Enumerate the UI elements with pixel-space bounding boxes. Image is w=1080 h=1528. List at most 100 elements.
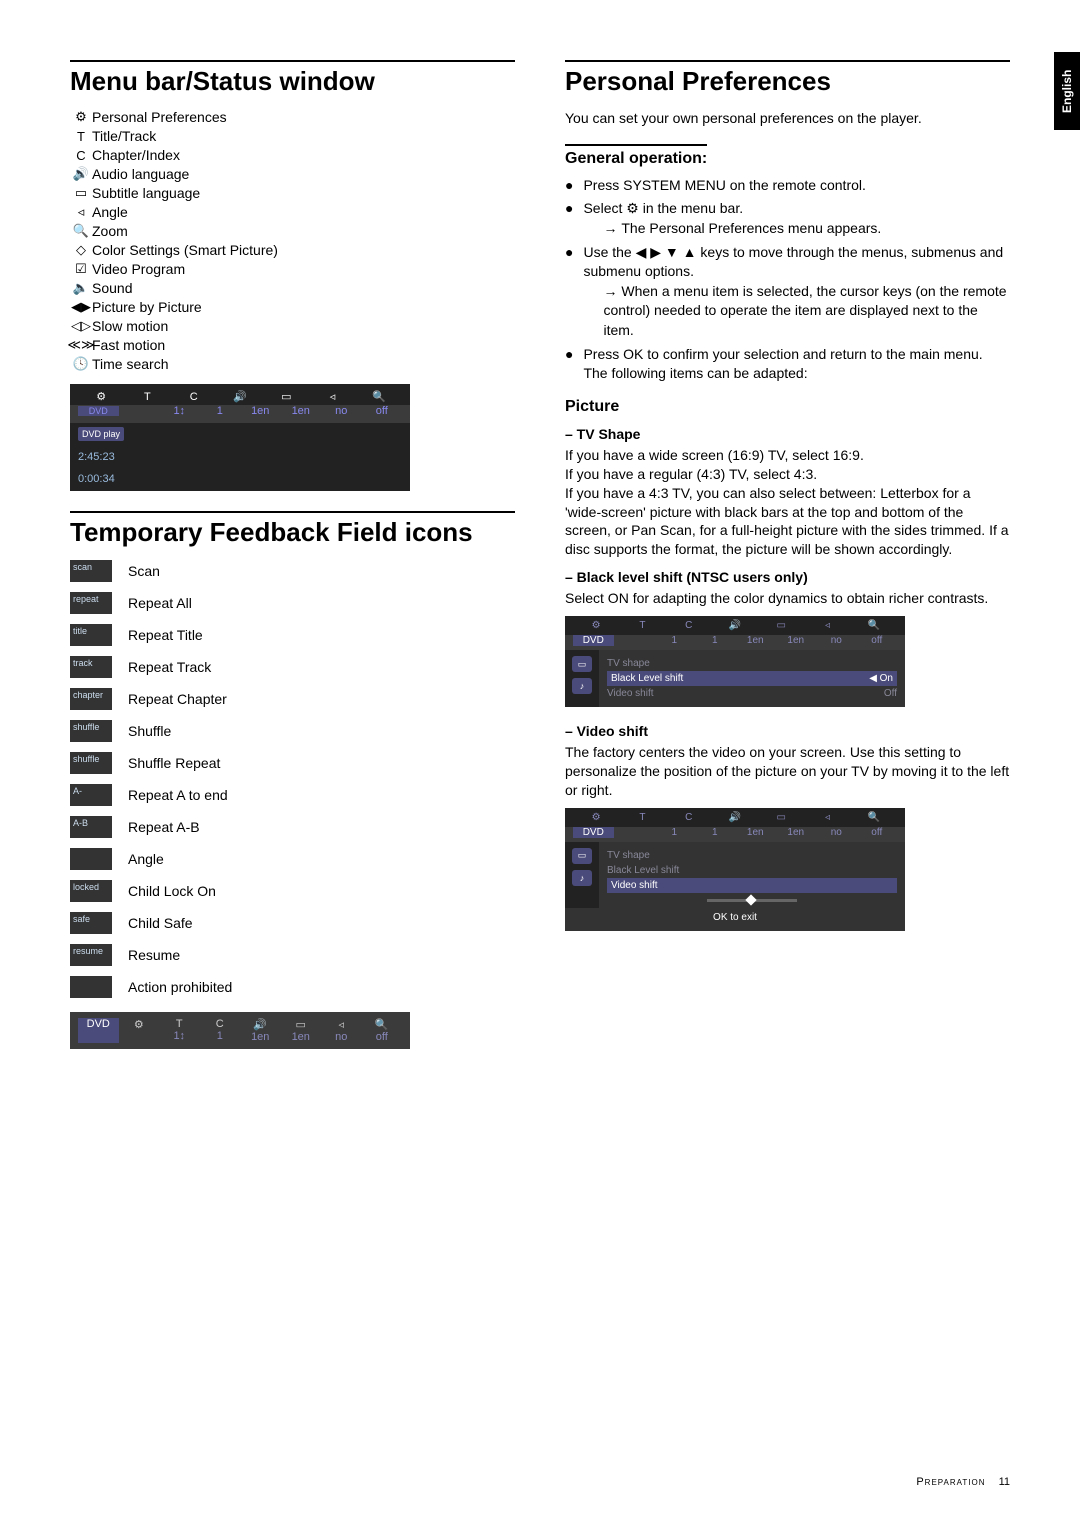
menubar-item: ◇Color Settings (Smart Picture) [70,242,515,258]
menubar-item-label: Slow motion [92,318,168,334]
menubar-item: ⚙Personal Preferences [70,109,515,125]
menubar-item-icon: ⚙ [70,109,92,125]
menubar-item-icon: ◀▶ [70,299,92,315]
menubar-item-icon: ◇ [70,242,92,258]
osd-status-play: DVD play [78,427,124,441]
pref-osd-option: Video shift [607,878,897,893]
footer-section: Preparation [916,1476,985,1488]
pref-osd-top-cell: ⚙ [573,812,619,823]
feedback-row: safe Child Safe [70,912,515,934]
menubar-item-icon: T [70,129,92,144]
feedback-heading: Temporary Feedback Field icons [70,511,515,548]
video-shift-slider [707,899,797,902]
pref-osd-row2-cell: 1en [776,635,817,646]
menubar-item: 🔈Sound [70,280,515,296]
feedback-row: titleRepeat Title [70,624,515,646]
pref-osd-row2-cell: 1 [654,827,695,838]
menubar-item: ◁▷Slow motion [70,318,515,334]
strip-cell: T1↕ [159,1018,200,1043]
strip-cell: 🔊1en [240,1018,281,1043]
feedback-row: Angle [70,848,515,870]
osd-top-cell: 🔍 [356,390,402,403]
feedback-icon: shuffle [70,752,112,774]
feedback-icon: locked [70,880,112,902]
feedback-icon: chapter [70,688,112,710]
video-shift-osd: ⚙TC🔊▭◃🔍DVD111en1ennooff▭♪TV shapeBlack L… [565,808,905,931]
menubar-heading: Menu bar/Status window [70,60,515,97]
menubar-item: ≪≫Fast motion [70,337,515,353]
strip-cell: ⚙ [119,1018,160,1043]
bullet-3-result: When a menu item is selected, the cursor… [583,282,1010,341]
feedback-label: Resume [128,947,180,963]
feedback-row: resumeResume [70,944,515,966]
feedback-icon: A- [70,784,112,806]
picture-heading: Picture [565,398,1010,416]
menubar-list: ⚙Personal PreferencesTTitle/TrackCChapte… [70,109,515,372]
bullet-1: Press SYSTEM MENU on the remote control. [583,176,865,196]
pref-osd-top-cell: ▭ [758,620,804,631]
strip-cell: ▭1en [281,1018,322,1043]
bullet-2: Select ⚙ in the menu bar. [583,199,881,219]
feedback-label: Repeat A-B [128,819,200,835]
feedback-label: Repeat All [128,595,192,611]
menubar-item-icon: C [70,148,92,163]
osd-mid-cell: off [362,405,403,417]
menubar-item: ◀▶Picture by Picture [70,299,515,315]
feedback-label: Shuffle Repeat [128,755,220,771]
feedback-row: lockedChild Lock On [70,880,515,902]
osd-top-cell: ▭ [263,390,309,403]
pref-osd-row2-cell: no [816,635,857,646]
pref-osd-row2-cell: 1en [735,827,776,838]
feedback-row: shuffleShuffle [70,720,515,742]
feedback-icon [70,848,112,870]
tv-shape-heading: – TV Shape [565,426,1010,442]
menubar-item-icon: 🔍 [70,223,92,239]
strip-cell: 🔍off [362,1018,403,1043]
status-window-osd: ⚙TC🔊▭◃🔍 DVD1↕11en1ennooff DVD play 2:45:… [70,384,410,491]
bullet-2-result: The Personal Preferences menu appears. [583,219,881,239]
menubar-item-label: Chapter/Index [92,147,180,163]
menubar-item: CChapter/Index [70,147,515,163]
pref-osd-top-cell: 🔊 [712,812,758,823]
menubar-item-label: Sound [92,280,132,296]
menubar-item-label: Fast motion [92,337,165,353]
feedback-row: chapterRepeat Chapter [70,688,515,710]
tv-shape-body: If you have a wide screen (16:9) TV, sel… [565,446,1010,559]
menubar-item-icon: ◃ [70,204,92,220]
feedback-row: A-BRepeat A-B [70,816,515,838]
feedback-label: Action prohibited [128,979,232,995]
pref-osd-option: Black Level shift◀ On [607,671,897,686]
pref-osd-option: TV shape [607,848,897,863]
pref-osd-top-cell: ⚙ [573,620,619,631]
feedback-label: Child Safe [128,915,193,931]
pref-osd-top-cell: ▭ [758,812,804,823]
feedback-row: trackRepeat Track [70,656,515,678]
feedback-label: Repeat Track [128,659,211,675]
pref-osd-option: Video shiftOff [607,686,897,701]
pref-osd-row2-cell [614,827,655,838]
menubar-item-label: Audio language [92,166,189,182]
pref-osd-row2-cell: 1 [654,635,695,646]
general-operation-list: ●Press SYSTEM MENU on the remote control… [565,176,1010,384]
menubar-item-icon: ☑ [70,261,92,277]
menubar-item: 🔊Audio language [70,166,515,182]
pref-osd-option: Black Level shift [607,863,897,878]
pref-osd-top-cell: 🔊 [712,620,758,631]
pref-osd-side-icon: ♪ [572,870,592,886]
menubar-item-label: Time search [92,356,169,372]
left-column: Menu bar/Status window ⚙Personal Prefere… [70,60,515,1049]
feedback-icon: safe [70,912,112,934]
menubar-item-icon: 🕓 [70,356,92,372]
pref-osd-row2-cell: 1 [695,827,736,838]
language-tab: English [1054,52,1080,130]
menubar-item-label: Zoom [92,223,128,239]
menubar-item-icon: ≪≫ [70,337,92,353]
pref-osd-row2-cell: 1en [735,635,776,646]
feedback-label: Repeat Title [128,627,203,643]
menubar-item: ☑Video Program [70,261,515,277]
menubar-item: TTitle/Track [70,128,515,144]
menubar-item-label: Title/Track [92,128,156,144]
feedback-row: repeatRepeat All [70,592,515,614]
osd-top-cell: T [124,391,170,403]
osd-time-elapsed: 0:00:34 [78,473,115,485]
